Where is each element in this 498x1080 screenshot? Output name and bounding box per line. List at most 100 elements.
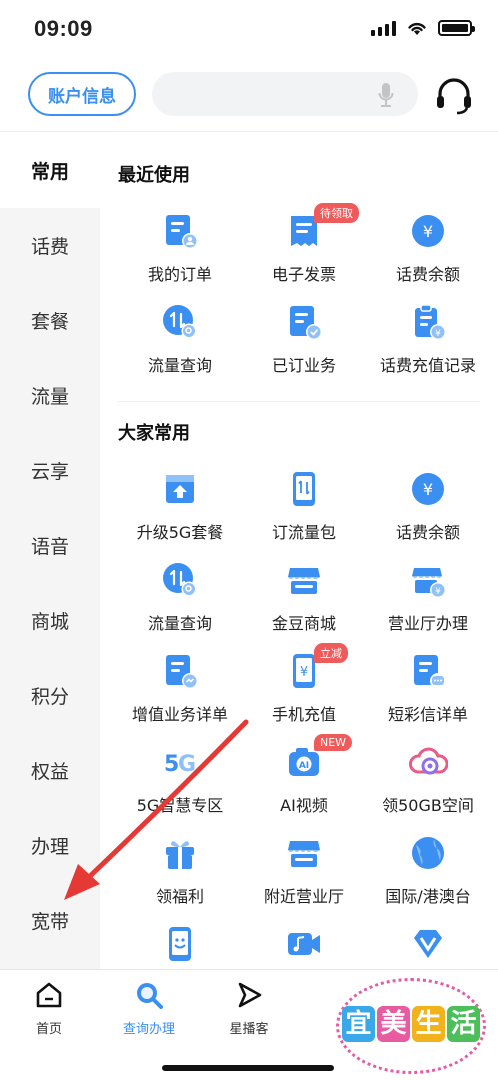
sidebar-item-broadband[interactable]: 宽带	[0, 883, 100, 958]
subscribed-doc-icon	[284, 302, 324, 342]
service-item-vas-detail[interactable]: 增值业务详单	[118, 643, 242, 734]
account-info-button[interactable]: 账户信息	[28, 72, 136, 116]
service-item-50gb-space[interactable]: 领50GB空间	[366, 734, 490, 825]
5g-icon: 5G	[160, 742, 200, 782]
tab-query[interactable]: 查询办理	[104, 980, 194, 1037]
service-item-nearby-hall[interactable]: 附近营业厅	[242, 825, 366, 916]
store-yen-icon: ¥	[408, 560, 448, 600]
service-item-welfare[interactable]: 领福利	[118, 825, 242, 916]
upload-box-icon	[160, 469, 200, 509]
service-item-data-query[interactable]: 流量查询	[118, 294, 242, 385]
service-item-video-music[interactable]	[242, 916, 366, 969]
play-icon	[238, 982, 262, 1008]
doc-message-icon	[408, 651, 448, 691]
recharge-record-icon: ¥	[408, 302, 448, 342]
service-label: 国际/港澳台	[385, 887, 471, 906]
service-item-data-query-2[interactable]: 流量查询	[118, 552, 242, 643]
service-label: 手机充值	[271, 705, 336, 724]
service-label: AI视频	[280, 796, 328, 815]
service-item-data-pack[interactable]: 订流量包	[242, 461, 366, 552]
sidebar-item-rights[interactable]: 权益	[0, 733, 100, 808]
tab-home[interactable]: 首页	[4, 980, 94, 1037]
sidebar-item-cloud[interactable]: 云享	[0, 433, 100, 508]
service-item-gold-bean-mall[interactable]: 金豆商城	[242, 552, 366, 643]
microphone-icon[interactable]	[378, 82, 394, 108]
service-item-recharge-record[interactable]: ¥ 话费充值记录	[366, 294, 490, 385]
service-item-international[interactable]: 国际/港澳台	[366, 825, 490, 916]
search-input[interactable]	[152, 72, 418, 116]
service-item-upgrade-5g[interactable]: 升级5G套餐	[118, 461, 242, 552]
query-icon	[137, 983, 163, 1009]
service-item-my-orders[interactable]: 我的订单	[118, 203, 242, 294]
status-time: 09:09	[34, 16, 93, 41]
service-label: 金豆商城	[271, 614, 336, 633]
order-doc-icon	[160, 211, 200, 251]
sidebar-item-plan[interactable]: 套餐	[0, 283, 100, 358]
sidebar-item-data[interactable]: 流量	[0, 358, 100, 433]
status-bar: 09:09	[0, 0, 498, 58]
service-item-balance[interactable]: ¥ 话费余额	[366, 203, 490, 294]
sidebar-item-points[interactable]: 积分	[0, 658, 100, 733]
service-label: 5G智慧专区	[136, 796, 224, 815]
data-query-icon	[160, 302, 200, 342]
service-item-e-invoice[interactable]: 待领取 电子发票	[242, 203, 366, 294]
service-item-v[interactable]	[366, 916, 490, 969]
section-title-popular: 大家常用	[118, 423, 190, 444]
svg-text:¥: ¥	[300, 665, 308, 680]
watermark-logo: 宜 美 生 活	[336, 978, 486, 1074]
service-label: 领福利	[155, 887, 204, 906]
top-header: 账户信息	[0, 58, 498, 132]
pending-tag: 待领取	[314, 203, 359, 223]
recent-grid: 我的订单 待领取 电子发票 ¥ 话费余额 流量查询 已订业务 ¥ 话费充值记录	[118, 203, 490, 385]
doc-chat-icon	[160, 651, 200, 691]
home-icon	[36, 982, 62, 1008]
service-item-phone-recharge[interactable]: ¥ 立减 手机充值	[242, 643, 366, 734]
service-item-balance-2[interactable]: ¥ 话费余额	[366, 461, 490, 552]
service-label: 已订业务	[271, 356, 336, 375]
svg-text:¥: ¥	[423, 222, 433, 241]
service-label: 营业厅办理	[387, 614, 468, 633]
service-label: 领50GB空间	[382, 796, 474, 815]
sidebar-item-phone-bill[interactable]: 话费	[0, 208, 100, 283]
service-label: 增值业务详单	[131, 705, 228, 724]
video-music-icon	[284, 924, 324, 964]
service-item-5g-zone[interactable]: 5G 5G智慧专区	[118, 734, 242, 825]
yen-circle-icon: ¥	[408, 469, 448, 509]
service-label: 短彩信详单	[387, 705, 468, 724]
service-item-sms-detail[interactable]: 短彩信详单	[366, 643, 490, 734]
sidebar-item-mall[interactable]: 商城	[0, 583, 100, 658]
service-item-subscribed[interactable]: 已订业务	[242, 294, 366, 385]
svg-text:G: G	[178, 752, 196, 777]
battery-icon	[438, 20, 475, 36]
svg-text:¥: ¥	[423, 480, 433, 499]
face-phone-icon	[160, 924, 200, 964]
service-label: 话费余额	[395, 523, 460, 542]
service-label: 附近营业厅	[263, 887, 344, 906]
shop-icon	[284, 560, 324, 600]
store-icon	[284, 833, 324, 873]
service-content: 最近使用 我的订单 待领取 电子发票 ¥ 话费余额 流量查询 已订业务 ¥ 话费…	[100, 133, 498, 969]
phone-data-icon	[284, 469, 324, 509]
customer-service-icon[interactable]	[434, 76, 474, 116]
tab-label: 查询办理	[122, 1022, 175, 1037]
watermark-char: 美	[377, 1006, 410, 1042]
sidebar-item-handle[interactable]: 办理	[0, 808, 100, 883]
tab-label: 首页	[35, 1022, 62, 1037]
service-label: 电子发票	[271, 265, 336, 284]
popular-grid: 升级5G套餐 订流量包 ¥ 话费余额 流量查询 金豆商城 ¥ 营业厅办理 增值业…	[118, 461, 490, 969]
service-label: 流量查询	[147, 356, 212, 375]
sidebar-item-common[interactable]: 常用	[0, 133, 100, 208]
service-item-hall-handle[interactable]: ¥ 营业厅办理	[366, 552, 490, 643]
service-item-ai-video[interactable]: AI NEW AI视频	[242, 734, 366, 825]
new-tag: NEW	[314, 734, 353, 751]
tab-podcast[interactable]: 星播客	[204, 980, 294, 1037]
service-label: 话费充值记录	[379, 356, 476, 375]
sidebar-item-voice[interactable]: 语音	[0, 508, 100, 583]
tab-label: 星播客	[229, 1022, 269, 1037]
v-badge-icon	[408, 924, 448, 964]
svg-text:¥: ¥	[435, 329, 441, 339]
home-indicator	[162, 1065, 334, 1071]
service-item-face[interactable]	[118, 916, 242, 969]
svg-text:¥: ¥	[435, 587, 441, 597]
cloud-icon	[408, 742, 449, 782]
